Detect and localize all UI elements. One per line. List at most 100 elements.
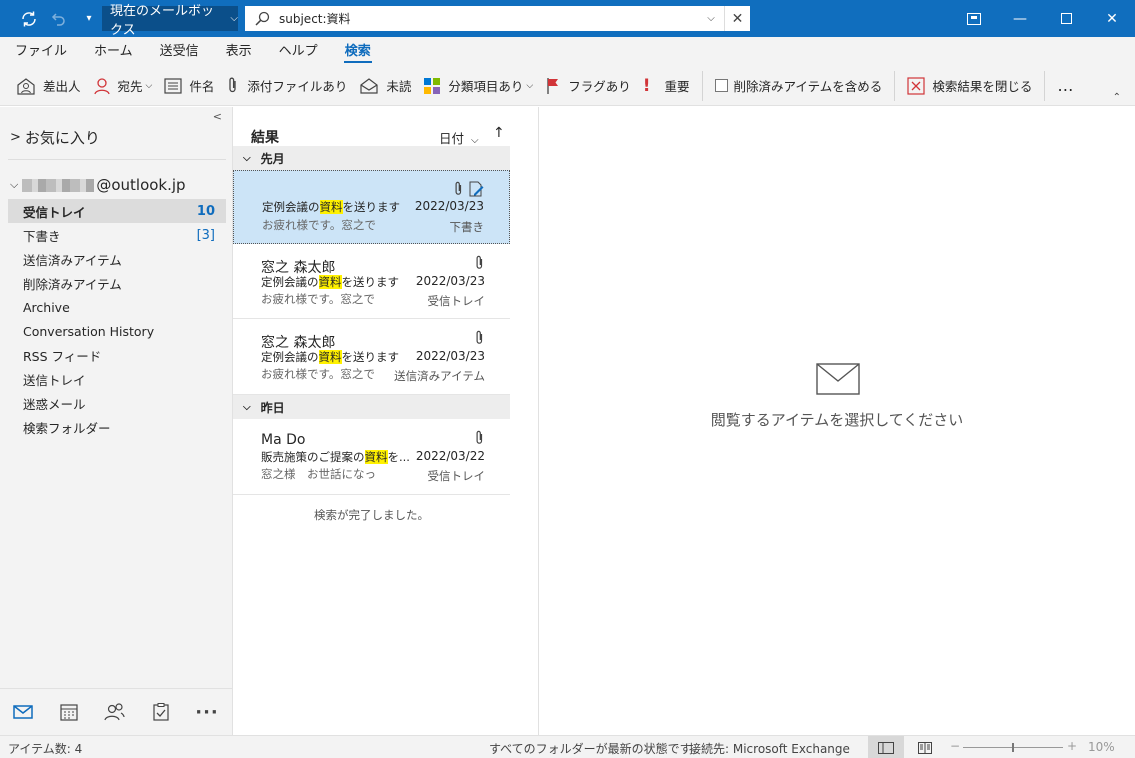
search-icon	[245, 11, 279, 27]
unread-button[interactable]: 未読	[353, 70, 417, 102]
folder-label: 受信トレイ	[23, 204, 86, 220]
group-label: 昨日	[260, 400, 285, 415]
ribbon-separator	[894, 70, 896, 101]
zoom-slider-thumb[interactable]	[1012, 743, 1014, 752]
message-list: 結果 日付 ⌵ ↑ ⌵ 先月 定例会議の資料を送ります 2022/03/23 お…	[233, 107, 510, 735]
tab-home[interactable]: ホーム	[85, 37, 142, 66]
folder-drafts[interactable]: 下書き [3]	[8, 223, 226, 247]
menu-bar: ファイル ホーム 送受信 表示 ヘルプ 検索	[0, 37, 1135, 66]
collapse-folder-pane-icon[interactable]: <	[213, 110, 222, 123]
ribbon-separator	[701, 70, 703, 101]
search-hit-highlight: 資料	[364, 450, 388, 464]
message-item[interactable]: 窓之 森太郎 定例会議の資料を送ります 2022/03/23 お疲れ様です。窓之…	[233, 319, 510, 395]
message-item[interactable]: 窓之 森太郎 定例会議の資料を送ります 2022/03/23 お疲れ様です。窓之…	[233, 244, 510, 319]
sort-direction-arrow-icon[interactable]: ↑	[493, 125, 505, 141]
account-header[interactable]: ⌵ @outlook.jp	[10, 176, 186, 194]
more-icon: …	[1057, 76, 1075, 95]
calendar-icon[interactable]	[46, 703, 92, 721]
group-label: 先月	[260, 151, 285, 166]
undo-icon[interactable]	[44, 0, 74, 37]
sort-by-date-button[interactable]: 日付 ⌵	[439, 128, 479, 147]
minimize-icon[interactable]: —	[997, 0, 1043, 37]
folder-label: Archive	[23, 299, 70, 315]
tab-send-receive[interactable]: 送受信	[151, 37, 208, 66]
mail-icon[interactable]	[0, 705, 46, 719]
close-search-button[interactable]: 検索結果を閉じる	[901, 70, 1038, 102]
zoom-out-icon[interactable]: −	[950, 739, 960, 753]
message-preview: お疲れ様です。窓之で	[261, 367, 375, 381]
message-item[interactable]: Ma Do 販売施策のご提案の資料を... 2022/03/22 窓之様 お世話…	[233, 419, 510, 495]
draft-count: [3]	[196, 227, 215, 243]
from-button[interactable]: 差出人	[10, 70, 87, 102]
account-address: @outlook.jp	[96, 176, 186, 194]
folder-outbox[interactable]: 送信トレイ	[8, 367, 226, 391]
group-header-last-month[interactable]: ⌵ 先月	[233, 146, 510, 170]
to-button[interactable]: 宛先 ⌵	[87, 70, 159, 102]
message-item[interactable]: 定例会議の資料を送ります 2022/03/23 お疲れ様です。窓之で 下書き	[233, 170, 510, 244]
from-label: 差出人	[43, 79, 81, 94]
search-options-chevron-icon[interactable]: ⌵	[698, 13, 724, 24]
favorites-header[interactable]: > お気に入り	[10, 127, 100, 148]
tab-file[interactable]: ファイル	[6, 37, 76, 66]
close-icon[interactable]: ✕	[1089, 0, 1135, 37]
folder-sent-items[interactable]: 送信済みアイテム	[8, 247, 226, 271]
paperclip-icon	[453, 181, 464, 201]
open-envelope-icon	[359, 77, 379, 94]
message-icons	[453, 181, 484, 201]
tab-search[interactable]: 検索	[336, 37, 380, 66]
subject-text: を...	[387, 450, 410, 464]
collapse-ribbon-icon[interactable]: ⌃	[1113, 92, 1121, 103]
message-subject: 定例会議の資料を送ります	[261, 349, 399, 365]
subject-text: 定例会議の	[262, 200, 320, 214]
zoom-level[interactable]: 10%	[1088, 740, 1115, 754]
chevron-down-icon: ⌵	[230, 13, 238, 24]
message-subject: 定例会議の資料を送ります	[262, 199, 400, 215]
maximize-icon[interactable]	[1043, 0, 1089, 37]
folder-label: 削除済みアイテム	[23, 276, 122, 292]
include-deleted-checkbox[interactable]: 削除済みアイテムを含める	[709, 70, 889, 102]
sort-label: 日付	[439, 131, 465, 146]
flagged-button[interactable]: フラグあり	[539, 70, 637, 102]
folder-conversation-history[interactable]: Conversation History	[8, 319, 226, 343]
chevron-down-icon: ⌵	[10, 178, 19, 191]
search-box[interactable]: subject:資料 ⌵ ✕	[245, 6, 750, 31]
tab-help[interactable]: ヘルプ	[270, 37, 327, 66]
group-header-yesterday[interactable]: ⌵ 昨日	[233, 395, 510, 419]
folder-archive[interactable]: Archive	[8, 295, 226, 319]
reading-view-icon[interactable]	[910, 736, 940, 758]
coming-soon-icon[interactable]	[951, 0, 997, 37]
tasks-icon[interactable]	[138, 703, 184, 721]
subject-text: 定例会議の	[261, 275, 319, 289]
search-scope-label: 現在のメールボックス	[110, 3, 215, 38]
normal-view-icon[interactable]	[868, 736, 904, 758]
important-button[interactable]: ! 重要	[637, 70, 696, 102]
subject-button[interactable]: 件名	[158, 70, 220, 102]
folder-inbox[interactable]: 受信トレイ 10	[8, 199, 226, 223]
more-modules-icon[interactable]: ···	[184, 702, 230, 723]
tab-view[interactable]: 表示	[217, 37, 261, 66]
message-folder: 送信済みアイテム	[394, 369, 485, 383]
more-commands-button[interactable]: …	[1051, 70, 1080, 102]
categorized-label: 分類項目あり	[448, 79, 524, 94]
message-folder: 下書き	[449, 220, 485, 234]
sync-icon[interactable]	[14, 0, 44, 37]
folder-rss-feeds[interactable]: RSS フィード	[8, 343, 226, 367]
status-bar: アイテム数: 4 すべてのフォルダーが最新の状態です。 接続先: Microso…	[0, 735, 1135, 758]
folder-deleted-items[interactable]: 削除済みアイテム	[8, 271, 226, 295]
divider	[8, 159, 226, 160]
subject-text: を送ります	[341, 275, 400, 289]
people-icon[interactable]	[92, 703, 138, 721]
search-input[interactable]: subject:資料	[279, 10, 698, 27]
message-subject: 定例会議の資料を送ります	[261, 274, 399, 290]
has-attachments-button[interactable]: 添付ファイルあり	[220, 70, 353, 102]
chevron-right-icon: >	[10, 130, 21, 145]
clear-search-icon[interactable]: ✕	[724, 6, 750, 31]
folder-search-folders[interactable]: 検索フォルダー	[8, 415, 226, 439]
draft-pencil-icon	[468, 181, 484, 201]
has-attachments-label: 添付ファイルあり	[247, 79, 348, 94]
folder-junk-email[interactable]: 迷惑メール	[8, 391, 226, 415]
zoom-in-icon[interactable]: +	[1067, 739, 1077, 753]
search-scope-dropdown[interactable]: 現在のメールボックス ⌵	[102, 4, 238, 38]
categorized-button[interactable]: 分類項目あり ⌵	[417, 70, 539, 102]
quick-access-dropdown-icon[interactable]: ▾	[74, 0, 104, 37]
